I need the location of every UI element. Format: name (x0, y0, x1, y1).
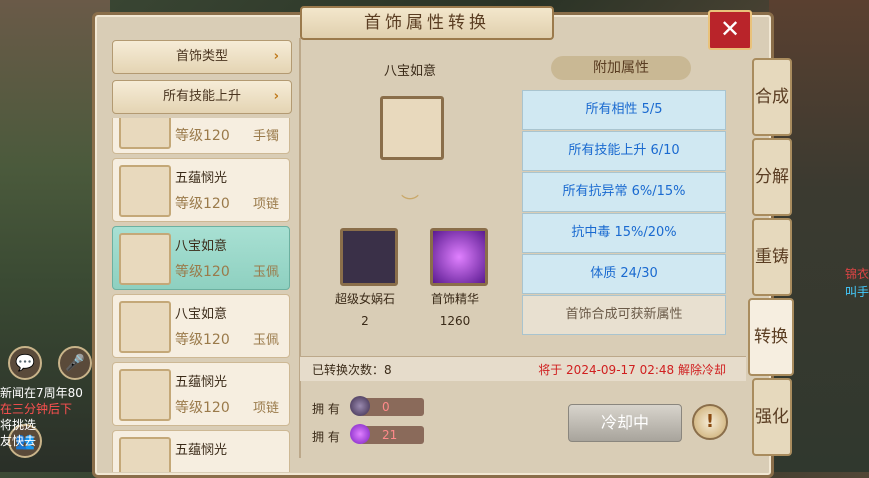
cooldown-button[interactable]: 冷却中 (568, 404, 682, 442)
item-name: 五蕴悯光 (175, 171, 228, 186)
list-item[interactable]: 五蕴悯光 (112, 430, 290, 472)
material-name: 首饰精华 (430, 292, 479, 306)
jade-pendant-icon (119, 233, 171, 285)
necklace-icon (119, 165, 171, 217)
item-type: 项链 (253, 197, 280, 212)
owned-stone: 拥 有 0 (312, 396, 432, 418)
chat-bubble-icon[interactable]: 💬 (8, 346, 42, 380)
list-item[interactable]: 五蕴悯光 等级120 项链 (112, 158, 290, 222)
attribute-row: 所有抗异常 6%/15% (522, 172, 726, 212)
owned-label: 拥 有 (312, 430, 340, 444)
list-item-selected[interactable]: 八宝如意 等级120 玉佩 (112, 226, 290, 290)
right-tag-2: 叫手 (845, 285, 869, 299)
close-button[interactable]: ✕ (708, 10, 752, 50)
item-level: 等级120 (175, 196, 230, 212)
material-count: 1260 (439, 314, 471, 328)
material-name: 超级女娲石 (334, 292, 395, 306)
jewelry-list[interactable]: 等级120 手镯 五蕴悯光 等级120 项链 八宝如意 等级120 玉佩 八宝如… (112, 118, 294, 472)
item-name: 五蕴悯光 (175, 443, 228, 458)
right-tag-1: 锦衣 (845, 267, 869, 281)
conversion-count: 已转换次数：8 (312, 363, 392, 377)
owned-value: 0 (382, 400, 390, 414)
attribute-row: 所有技能上升 6/10 (522, 131, 726, 171)
attribute-row: 体质 24/30 (522, 254, 726, 294)
list-item[interactable]: 八宝如意 等级120 玉佩 (112, 294, 290, 358)
item-type: 项链 (253, 401, 280, 416)
owned-label: 拥 有 (312, 402, 340, 416)
attribute-row-hint: 首饰合成可获新属性 (522, 295, 726, 335)
jade-pendant-icon[interactable] (380, 96, 444, 160)
ornament-divider-icon: ︶ (401, 194, 419, 215)
item-type: 手镯 (253, 129, 280, 144)
attributes-list: 所有相性 5/5 所有技能上升 6/10 所有抗异常 6%/15% 抗中毒 15… (522, 90, 726, 340)
nuwa-stone-icon[interactable] (340, 228, 398, 286)
chevron-right-icon: › (273, 49, 279, 64)
item-level: 等级120 (175, 128, 230, 144)
item-type: 玉佩 (253, 265, 280, 280)
owned-essence: 拥 有 21 (312, 424, 432, 446)
voice-icon[interactable]: 🎤 (58, 346, 92, 380)
target-item-name: 八宝如意 (383, 64, 436, 79)
item-level: 等级120 (175, 400, 230, 416)
info-icon[interactable]: ! (692, 404, 728, 440)
item-type: 玉佩 (253, 333, 280, 348)
panel-title: 首饰属性转换 (300, 6, 554, 40)
bracelet-icon (119, 118, 171, 149)
jewelry-essence-icon[interactable] (430, 228, 488, 286)
nuwa-stone-icon (350, 396, 370, 416)
attribute-row: 抗中毒 15%/20% (522, 213, 726, 253)
tab-convert[interactable]: 转换 (748, 298, 794, 376)
item-name: 八宝如意 (175, 239, 228, 254)
category-filter-button[interactable]: 首饰类型 › (112, 40, 292, 74)
cooldown-notice: 将于 2024-09-17 02:48 解除冷却 (538, 363, 726, 377)
material-count: 2 (361, 314, 369, 328)
category-label: 首饰类型 (175, 49, 228, 64)
tab-compose[interactable]: 合成 (752, 58, 792, 136)
skill-label: 所有技能上升 (162, 89, 241, 104)
attributes-header: 附加属性 (551, 56, 691, 80)
tab-reforge[interactable]: 重铸 (752, 218, 792, 296)
item-level: 等级120 (175, 332, 230, 348)
necklace-icon (119, 369, 171, 421)
tab-decompose[interactable]: 分解 (752, 138, 792, 216)
list-item[interactable]: 等级120 手镯 (112, 118, 290, 154)
item-level: 等级120 (175, 264, 230, 280)
conversion-area: 八宝如意 ︶ 超级女娲石 首饰精华 2 1260 (300, 40, 520, 360)
jewelry-essence-icon (350, 424, 370, 444)
chevron-right-icon: › (273, 89, 279, 104)
tab-enhance[interactable]: 强化 (752, 378, 792, 456)
jade-pendant-icon (119, 301, 171, 353)
skill-filter-button[interactable]: 所有技能上升 › (112, 80, 292, 114)
necklace-icon (119, 437, 171, 472)
jewelry-list-column: 首饰类型 › 所有技能上升 › 等级120 手镯 五蕴悯光 等级120 项链 八… (104, 34, 300, 472)
attribute-row: 所有相性 5/5 (522, 90, 726, 130)
list-item[interactable]: 五蕴悯光 等级120 项链 (112, 362, 290, 426)
item-name: 五蕴悯光 (175, 375, 228, 390)
status-bar: 已转换次数：8 将于 2024-09-17 02:48 解除冷却 (300, 356, 746, 381)
owned-value: 21 (382, 428, 398, 442)
item-name: 八宝如意 (175, 307, 228, 322)
